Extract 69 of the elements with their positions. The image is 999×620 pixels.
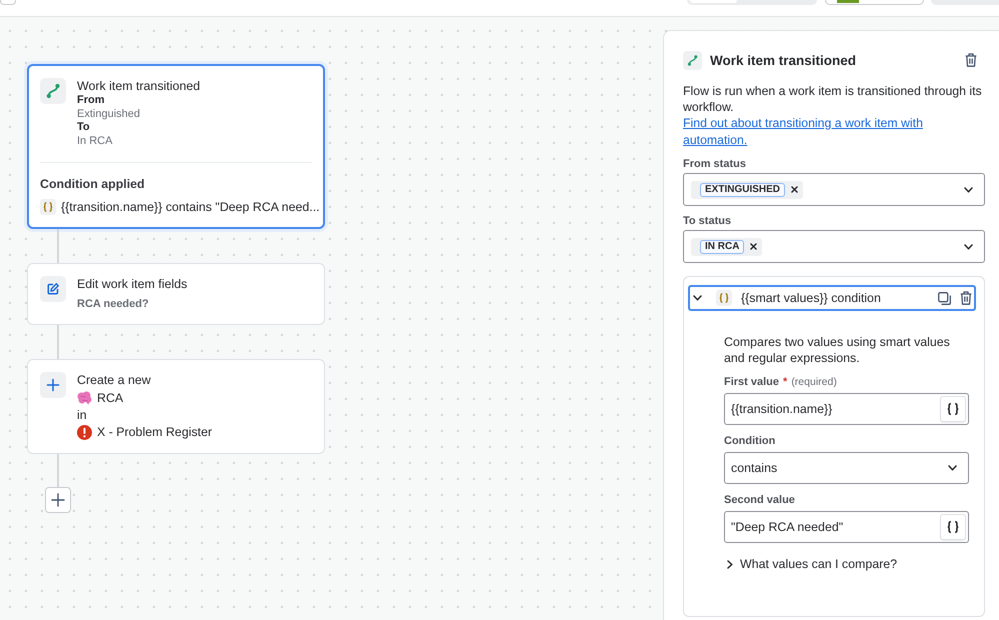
- add-step-button[interactable]: [45, 487, 71, 513]
- text-field[interactable]: {{transition.name}}: [724, 393, 969, 425]
- alert-icon: [77, 424, 92, 440]
- status-select[interactable]: IN RCA: [683, 230, 985, 263]
- card-title: Edit work item fields: [77, 276, 188, 292]
- delete-button[interactable]: [960, 291, 972, 305]
- indicator-icon: [837, 0, 859, 3]
- braces-icon: [947, 403, 959, 415]
- remove-button[interactable]: [750, 243, 758, 250]
- from-label: From: [77, 94, 104, 108]
- chevron-down-icon: [964, 186, 973, 192]
- condition-title: {{smart values}} condition: [741, 290, 881, 306]
- to-label: To: [77, 121, 90, 134]
- field-label: To status: [683, 214, 732, 228]
- close-icon: [750, 243, 758, 250]
- card-title: Work item transitioned: [77, 78, 200, 94]
- chevron-down-icon: [964, 244, 973, 250]
- text-field[interactable]: "Deep RCA needed": [724, 511, 969, 543]
- edit-icon: [40, 276, 66, 302]
- trigger-card[interactable]: Work item transitioned From Extinguished To In RCA Condition applied {{transition.name}} contains "Deep RCA need...: [27, 64, 325, 229]
- delete-icon: [960, 291, 972, 305]
- help-toggle[interactable]: What values can I compare?: [724, 556, 898, 572]
- toolbar-button[interactable]: [825, 0, 924, 5]
- smart-value-button[interactable]: [940, 396, 966, 422]
- connector-line: [57, 325, 59, 359]
- field-label: Second value: [724, 493, 795, 507]
- help-link[interactable]: Find out about transitioning a work item with automation.: [683, 115, 985, 149]
- condition-heading: Condition applied: [40, 176, 146, 192]
- card-title: Create a new: [77, 372, 151, 389]
- connector-line: [57, 454, 59, 487]
- panel-description: Flow is run when a work item is transitioned through its workflow.: [683, 83, 983, 115]
- smart-value-button[interactable]: [940, 514, 966, 540]
- field-label: From status: [683, 157, 747, 171]
- field-label: First value: [724, 375, 780, 389]
- remove-button[interactable]: [791, 186, 798, 193]
- from-value: Extinguished: [77, 108, 140, 121]
- plus-icon: [51, 493, 65, 507]
- status-name: EXTINGUISHED: [700, 182, 786, 196]
- status-name: IN RCA: [700, 240, 744, 254]
- action-card[interactable]: Create a new RCA in X - Problem Register: [27, 359, 325, 454]
- copy-button[interactable]: [938, 292, 951, 304]
- required-note: (required): [791, 375, 837, 389]
- route-icon: [40, 78, 66, 104]
- chevron-down-icon: [948, 465, 957, 471]
- condition-header[interactable]: {{smart values}} condition: [688, 285, 976, 311]
- braces-icon: [716, 290, 732, 306]
- status-select[interactable]: EXTINGUISHED: [683, 173, 985, 206]
- brain-icon: [77, 391, 92, 405]
- copy-icon: [938, 292, 951, 304]
- braces-icon: [40, 199, 56, 215]
- required-mark: *: [783, 375, 788, 389]
- condition-summary: {{transition.name}} contains "Deep RCA need...: [61, 199, 320, 215]
- panel-title: Work item transitioned: [710, 52, 856, 68]
- project-name: X - Problem Register: [97, 424, 212, 440]
- plus-icon: [40, 372, 66, 398]
- condition-select[interactable]: contains: [724, 452, 969, 484]
- action-card[interactable]: Edit work item fields RCA needed?: [27, 263, 325, 325]
- delete-icon: [965, 53, 977, 67]
- to-value: In RCA: [77, 134, 112, 148]
- card-detail: RCA needed?: [77, 297, 149, 312]
- field-label: Condition: [724, 434, 776, 448]
- work-type-name: RCA: [97, 390, 124, 406]
- delete-button[interactable]: [965, 53, 977, 67]
- route-icon: [683, 50, 702, 70]
- connector-line: [57, 229, 59, 263]
- in-label: in: [77, 407, 87, 423]
- close-icon: [791, 186, 798, 193]
- braces-icon: [947, 521, 959, 533]
- condition-description: Compares two values using smart values and regular expressions.: [724, 334, 951, 366]
